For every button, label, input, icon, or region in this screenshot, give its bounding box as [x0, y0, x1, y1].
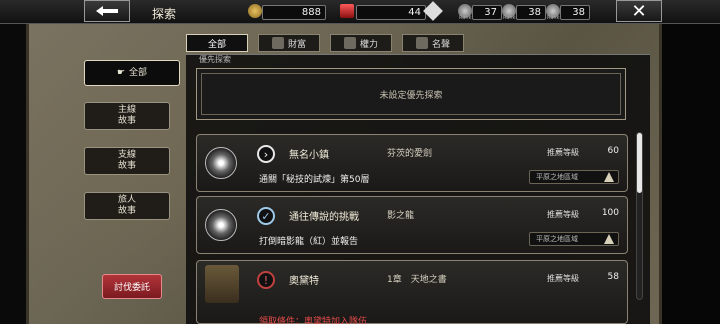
quest-list-scrollbar[interactable]: [636, 132, 643, 300]
quest-card[interactable]: ✓ 通往傳說的挑戰 影之龍 打倒暗影龍（紅）並報告 推薦等級 100 平原之地區…: [196, 196, 628, 254]
recommended-level: 100: [601, 208, 619, 218]
fame-icon: [415, 37, 428, 49]
rank-1-label: Rank: [459, 15, 472, 21]
quest-title: 奧黛特: [289, 276, 319, 287]
odette-portrait: [205, 265, 239, 303]
quest-subtitle: 影之龍: [387, 211, 415, 221]
priority-slot[interactable]: 未設定優先探索: [196, 68, 626, 120]
screen-title: 探索: [152, 7, 177, 21]
rank-1-counter: 37: [472, 5, 502, 20]
gold-coin-icon: [248, 4, 262, 18]
wealth-icon: [271, 37, 284, 49]
close-icon: ✕: [631, 0, 647, 22]
quest-objective: 領取條件：奧黛特加入隊伍: [259, 317, 368, 324]
check-icon: ✓: [257, 207, 275, 225]
rank-3-counter: 38: [560, 5, 590, 20]
nav-traveler-story[interactable]: 旅人 故事: [84, 192, 170, 220]
nav-main-story[interactable]: 主線 故事: [84, 102, 170, 130]
tab-all[interactable]: 全部: [186, 34, 248, 52]
hand-pointer-icon: ☛: [116, 67, 126, 78]
recommended-level-label: 推薦等級: [547, 274, 579, 283]
tower-icon: [604, 172, 614, 182]
recommended-level: 60: [607, 146, 619, 156]
priority-empty-text: 未設定優先探索: [379, 90, 443, 101]
rank-3-label: Rank: [547, 15, 560, 21]
recommended-level-label: 推薦等級: [547, 210, 579, 219]
region-tag: 平原之地區域: [529, 170, 619, 184]
quest-card[interactable]: ! 奧黛特 1章 天地之書 領取條件：奧黛特加入隊伍 推薦等級 58: [196, 260, 628, 324]
recommended-level: 58: [607, 272, 619, 282]
quest-objective: 打倒暗影龍（紅）並報告: [259, 237, 359, 247]
recommended-level-label: 推薦等級: [547, 148, 579, 157]
priority-label: 優先探索: [199, 55, 231, 64]
left-border: [0, 22, 26, 324]
quest-title: 無名小鎮: [289, 150, 329, 161]
red-gem-icon: [340, 4, 354, 18]
arrow-right-icon: ›: [257, 145, 275, 163]
quest-objective: 通關「秘技的試煉」第50層: [259, 175, 370, 185]
gem-counter: 44: [356, 5, 426, 20]
back-arrow-icon: [96, 6, 118, 16]
rank-2-counter: 38: [516, 5, 546, 20]
quest-subtitle: 1章 天地之書: [387, 275, 447, 285]
nav-all[interactable]: ☛ 全部: [84, 60, 180, 86]
power-icon: [343, 37, 356, 49]
tab-power[interactable]: 權力: [330, 34, 392, 52]
tab-fame[interactable]: 名聲: [402, 34, 464, 52]
rank-2-label: Rank: [503, 15, 516, 21]
new-quest-icon: !: [257, 271, 275, 289]
scroll-thumb[interactable]: [637, 133, 642, 193]
close-button[interactable]: ✕: [616, 0, 662, 22]
sun-emblem-icon: [205, 147, 237, 179]
tab-wealth[interactable]: 財富: [258, 34, 320, 52]
right-border: [662, 22, 720, 324]
monster-icon: [604, 234, 614, 244]
back-button[interactable]: [84, 0, 130, 22]
sun-emblem-icon: [205, 209, 237, 241]
quest-subtitle: 芬茨的愛劍: [387, 149, 433, 159]
subjugation-request-button[interactable]: 討伐委託: [102, 274, 162, 299]
gold-counter: 888: [262, 5, 326, 20]
quest-card[interactable]: › 無名小鎮 芬茨的愛劍 通關「秘技的試煉」第50層 推薦等級 60 平原之地區…: [196, 134, 628, 192]
nav-side-story[interactable]: 支線 故事: [84, 147, 170, 175]
region-tag: 平原之地區域: [529, 232, 619, 246]
quest-title: 通往傳說的挑戰: [289, 212, 359, 223]
